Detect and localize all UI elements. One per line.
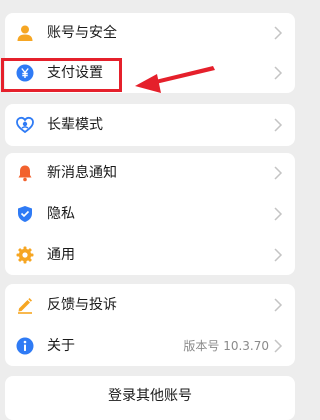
new-message-notice-label: 新消息通知 [47, 165, 117, 181]
new-message-notice-row[interactable]: 新消息通知 [5, 153, 295, 193]
gear-icon [16, 246, 34, 264]
about-row[interactable]: 关于 版本号 10.3.70 [5, 326, 295, 366]
annotation-arrow-icon [135, 66, 215, 93]
person-icon [17, 25, 33, 41]
about-label: 关于 [47, 338, 75, 354]
privacy-row[interactable]: 隐私 [5, 194, 295, 234]
general-label: 通用 [47, 247, 75, 263]
general-row[interactable]: 通用 [5, 235, 295, 275]
chevron-right-icon [274, 166, 283, 180]
chevron-right-icon [274, 339, 283, 353]
chevron-right-icon [274, 26, 283, 40]
feedback-label: 反馈与投诉 [47, 297, 117, 313]
chevron-right-icon [274, 298, 283, 312]
switch-account-label: 登录其他账号 [108, 388, 192, 404]
chevron-right-icon [274, 207, 283, 221]
payment-highlight-box [1, 58, 122, 92]
info-icon [16, 337, 34, 355]
version-number: 版本号 10.3.70 [183, 339, 269, 353]
pen-icon [18, 298, 32, 314]
account-security-row[interactable]: 账号与安全 [5, 13, 295, 53]
bell-icon [18, 165, 32, 182]
account-security-label: 账号与安全 [47, 25, 117, 41]
elder-mode-row[interactable]: 长辈模式 [5, 105, 295, 145]
help-group: 反馈与投诉 关于 版本号 10.3.70 [5, 284, 295, 366]
chevron-right-icon [274, 248, 283, 262]
chevron-right-icon [274, 66, 283, 80]
elder-mode-label: 长辈模式 [47, 117, 103, 133]
chevron-right-icon [274, 118, 283, 132]
heart-icon [16, 116, 34, 134]
privacy-label: 隐私 [47, 206, 75, 222]
shield-icon [18, 206, 32, 222]
preferences-group: 新消息通知 隐私 通用 [5, 153, 295, 275]
elder-group: 长辈模式 [5, 104, 295, 146]
feedback-row[interactable]: 反馈与投诉 [5, 285, 295, 325]
switch-account-button[interactable]: 登录其他账号 [5, 376, 295, 420]
